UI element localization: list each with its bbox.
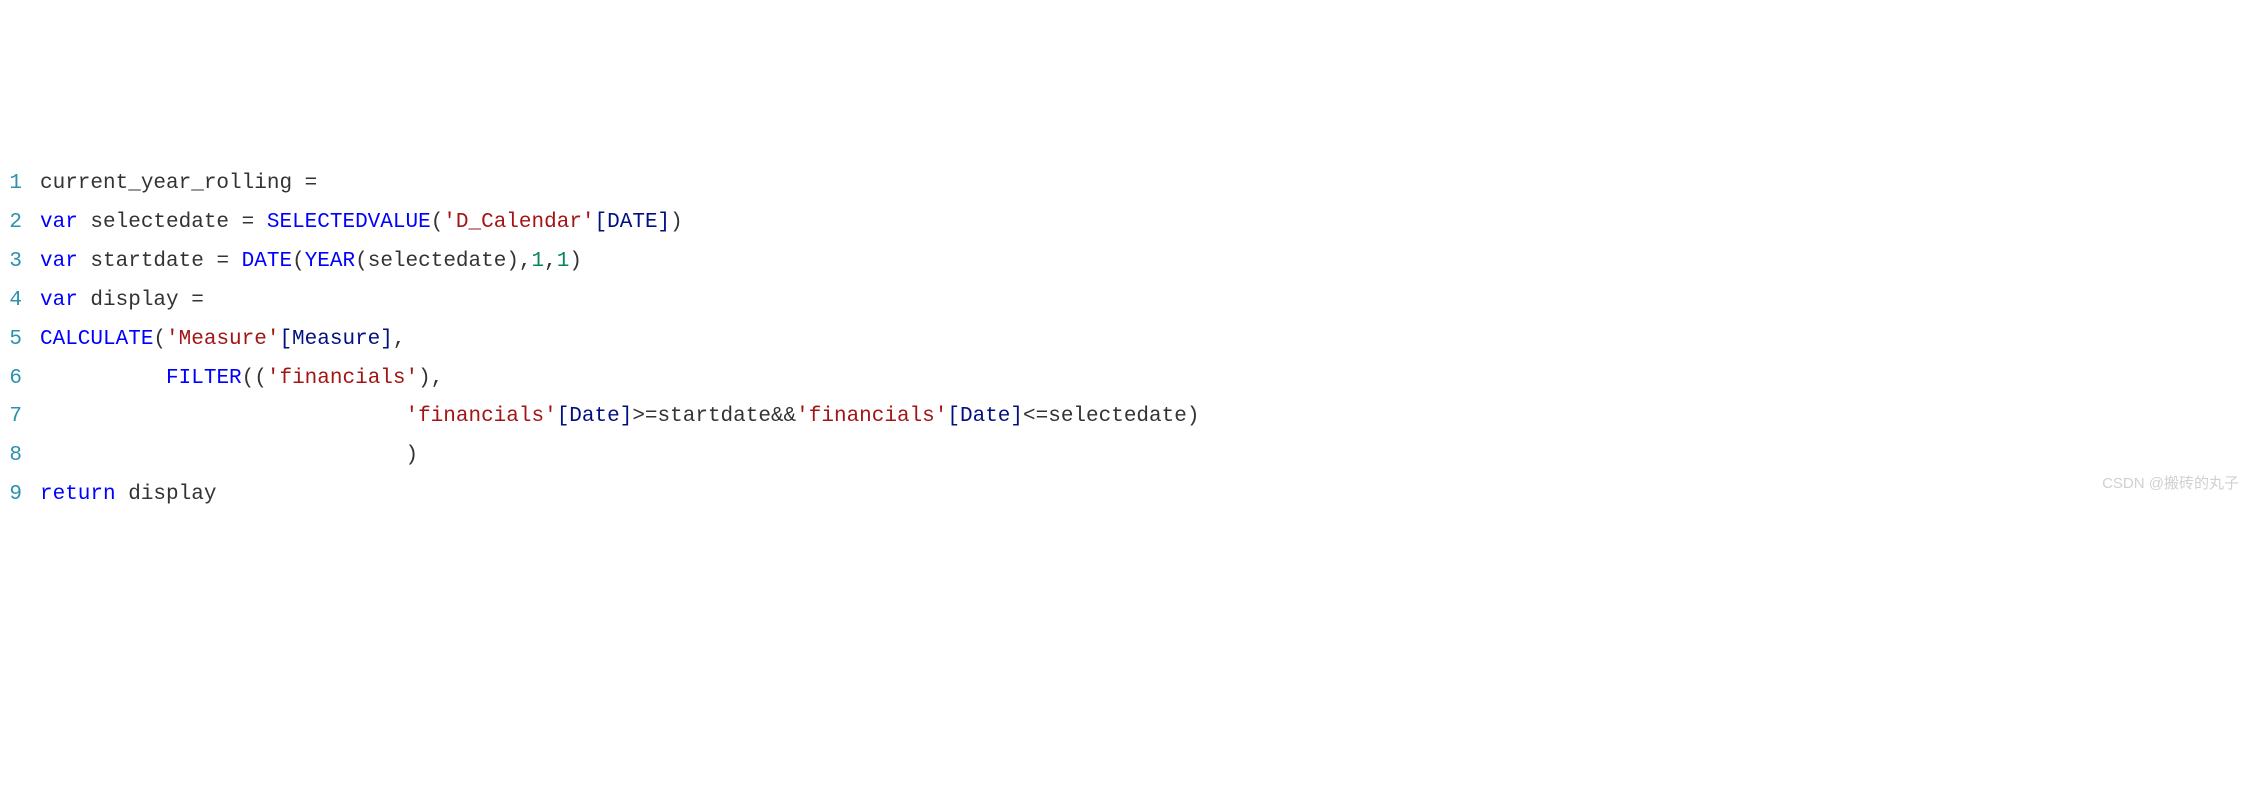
token: 'financials' [267,367,418,390]
code-content: var display = [40,282,2254,321]
code-line: 6 FILTER(('financials'), [0,360,2254,399]
line-number: 9 [0,476,40,515]
code-content: FILTER(('financials'), [40,360,2254,399]
token: [Measure] [279,328,392,351]
line-number: 1 [0,165,40,204]
code-content: var startdate = DATE(YEAR(selectedate),1… [40,243,2254,282]
line-number: 5 [0,321,40,360]
token: <=selectedate) [1023,405,1199,428]
token: DATE [242,250,292,273]
token: return [40,483,116,506]
watermark: CSDN @搬砖的丸子 [2102,470,2239,498]
token: var [40,250,78,273]
token: ( [153,328,166,351]
token: = [191,289,204,312]
code-line: 1 current_year_rolling = [0,165,2254,204]
token: current_year_rolling [40,172,305,195]
token: 'D_Calendar' [443,211,594,234]
token [229,250,242,273]
token: SELECTEDVALUE [267,211,431,234]
line-number: 6 [0,360,40,399]
code-content: return display [40,476,2254,515]
code-line: 9 return display [0,476,2254,515]
line-number: 8 [0,437,40,476]
token: (( [242,367,267,390]
code-line: 3 var startdate = DATE(YEAR(selectedate)… [0,243,2254,282]
code-line: 7 'financials'[Date]>=startdate&&'financ… [0,398,2254,437]
token: = [216,250,229,273]
code-content: ) [40,437,2254,476]
token: ( [292,250,305,273]
code-line: 8 ) [0,437,2254,476]
code-content: 'financials'[Date]>=startdate&&'financia… [40,398,2254,437]
token: (selectedate), [355,250,531,273]
token [40,367,166,390]
token: selectedate [78,211,242,234]
token: CALCULATE [40,328,153,351]
token: 'financials' [405,405,556,428]
code-content: CALCULATE('Measure'[Measure], [40,321,2254,360]
token: ), [418,367,443,390]
token: ) [40,444,418,467]
code-line: 5 CALCULATE('Measure'[Measure], [0,321,2254,360]
code-line: 4 var display = [0,282,2254,321]
token: [Date] [947,405,1023,428]
token: 'financials' [796,405,947,428]
token: 1 [532,250,545,273]
token: [Date] [557,405,633,428]
token: , [544,250,557,273]
token: YEAR [305,250,355,273]
token [254,211,267,234]
token: var [40,211,78,234]
code-content: var selectedate = SELECTEDVALUE('D_Calen… [40,204,2254,243]
token: , [393,328,406,351]
token: display [116,483,217,506]
token: var [40,289,78,312]
token: 1 [557,250,570,273]
token: >=startdate&& [632,405,796,428]
token: 'Measure' [166,328,279,351]
token: display [78,289,191,312]
code-editor: 1 current_year_rolling = 2 var selecteda… [0,165,2254,515]
token: ) [569,250,582,273]
token: FILTER [166,367,242,390]
line-number: 7 [0,398,40,437]
token: = [242,211,255,234]
code-content: current_year_rolling = [40,165,2254,204]
line-number: 2 [0,204,40,243]
token [40,405,405,428]
token: ) [670,211,683,234]
token: startdate [78,250,217,273]
code-line: 2 var selectedate = SELECTEDVALUE('D_Cal… [0,204,2254,243]
token: = [305,172,318,195]
line-number: 4 [0,282,40,321]
line-number: 3 [0,243,40,282]
token: [DATE] [595,211,671,234]
token: ( [431,211,444,234]
